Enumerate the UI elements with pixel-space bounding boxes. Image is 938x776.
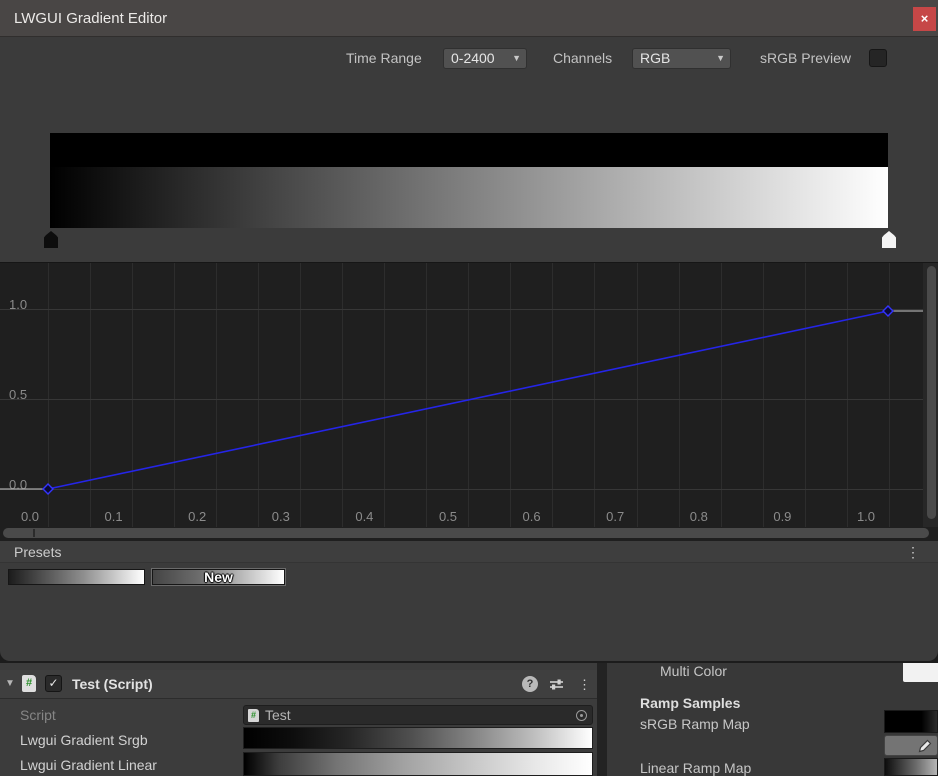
curve-key-point[interactable] xyxy=(43,484,53,494)
curve-key-point[interactable] xyxy=(883,306,893,316)
csharp-script-icon: # xyxy=(248,709,259,722)
gradient-key-left[interactable] xyxy=(44,231,58,248)
preset-new-button[interactable]: New xyxy=(152,569,285,585)
linear-ramp-label: Linear Ramp Map xyxy=(640,760,751,776)
horizontal-scrollbar-thumb[interactable] xyxy=(3,528,929,538)
script-field-value: Test xyxy=(265,706,291,724)
panel-divider xyxy=(597,663,607,776)
close-button[interactable]: × xyxy=(913,7,936,31)
preset-gradient-swatch[interactable] xyxy=(8,569,145,585)
channels-label: Channels xyxy=(553,48,612,69)
presets-title: Presets xyxy=(14,541,61,563)
curve-editor[interactable]: 0.00.10.20.30.40.50.60.70.80.91.01.00.50… xyxy=(0,262,938,541)
gradient-alpha-strip[interactable] xyxy=(50,133,888,167)
presets-slider-icon[interactable] xyxy=(548,676,565,693)
remap-curve[interactable] xyxy=(0,263,938,527)
material-properties-panel: Multi Color Ramp Samples sRGB Ramp Map L… xyxy=(607,663,938,776)
curve-segment xyxy=(48,311,888,489)
chevron-down-icon: ▼ xyxy=(716,49,725,68)
csharp-script-icon: # xyxy=(22,675,36,692)
channels-value: RGB xyxy=(640,50,670,66)
srgb-preview-checkbox[interactable] xyxy=(869,49,887,67)
time-range-value: 0-2400 xyxy=(451,50,495,66)
inspector-panel: ▼ # ✓ Test (Script) ? ⋮ Script # xyxy=(0,663,597,776)
gradient-key-right[interactable] xyxy=(882,231,896,248)
ramp-edit-button[interactable] xyxy=(884,735,938,756)
component-title: Test (Script) xyxy=(72,670,153,699)
time-range-label: Time Range xyxy=(346,48,422,69)
srgb-ramp-thumbnail[interactable] xyxy=(884,710,938,733)
foldout-triangle-icon[interactable]: ▼ xyxy=(5,678,15,689)
ramp-samples-title: Ramp Samples xyxy=(640,695,740,711)
preset-new-label: New xyxy=(153,570,284,584)
gradient-linear-label: Lwgui Gradient Linear xyxy=(20,757,157,773)
kebab-menu-icon[interactable]: ⋮ xyxy=(578,670,591,699)
component-enabled-checkbox[interactable]: ✓ xyxy=(45,675,62,692)
linear-ramp-thumbnail[interactable] xyxy=(884,758,938,776)
srgb-ramp-label: sRGB Ramp Map xyxy=(640,716,750,732)
vertical-scrollbar-thumb[interactable] xyxy=(927,266,936,519)
help-icon[interactable]: ? xyxy=(522,676,538,692)
chevron-down-icon: ▼ xyxy=(512,49,521,68)
object-picker-icon[interactable] xyxy=(576,710,587,721)
script-object-field[interactable]: # Test xyxy=(243,705,593,725)
pencil-icon xyxy=(917,738,933,754)
window-title: LWGUI Gradient Editor xyxy=(14,0,167,37)
channels-dropdown[interactable]: RGB ▼ xyxy=(632,48,731,69)
srgb-preview-label: sRGB Preview xyxy=(760,48,851,69)
gradient-srgb-label: Lwgui Gradient Srgb xyxy=(20,732,148,748)
horizontal-scrollbar-notch xyxy=(33,529,35,537)
gradient-editor-window: LWGUI Gradient Editor × Time Range 0-240… xyxy=(0,0,938,661)
editor-background: ▼ # ✓ Test (Script) ? ⋮ Script # xyxy=(0,663,938,776)
time-range-dropdown[interactable]: 0-2400 ▼ xyxy=(443,48,527,69)
multi-color-swatch[interactable] xyxy=(903,663,938,682)
screen: LWGUI Gradient Editor × Time Range 0-240… xyxy=(0,0,938,776)
presets-header: Presets ⋮ xyxy=(0,541,938,563)
kebab-menu-icon[interactable]: ⋮ xyxy=(906,541,920,563)
script-field-label: Script xyxy=(20,707,56,723)
multi-color-label: Multi Color xyxy=(660,663,727,679)
gradient-preview[interactable] xyxy=(50,167,888,228)
component-header[interactable]: ▼ # ✓ Test (Script) ? ⋮ xyxy=(0,670,597,699)
gradient-srgb-field[interactable] xyxy=(243,727,593,749)
gradient-linear-field[interactable] xyxy=(243,752,593,776)
window-titlebar[interactable]: LWGUI Gradient Editor × xyxy=(0,0,938,37)
